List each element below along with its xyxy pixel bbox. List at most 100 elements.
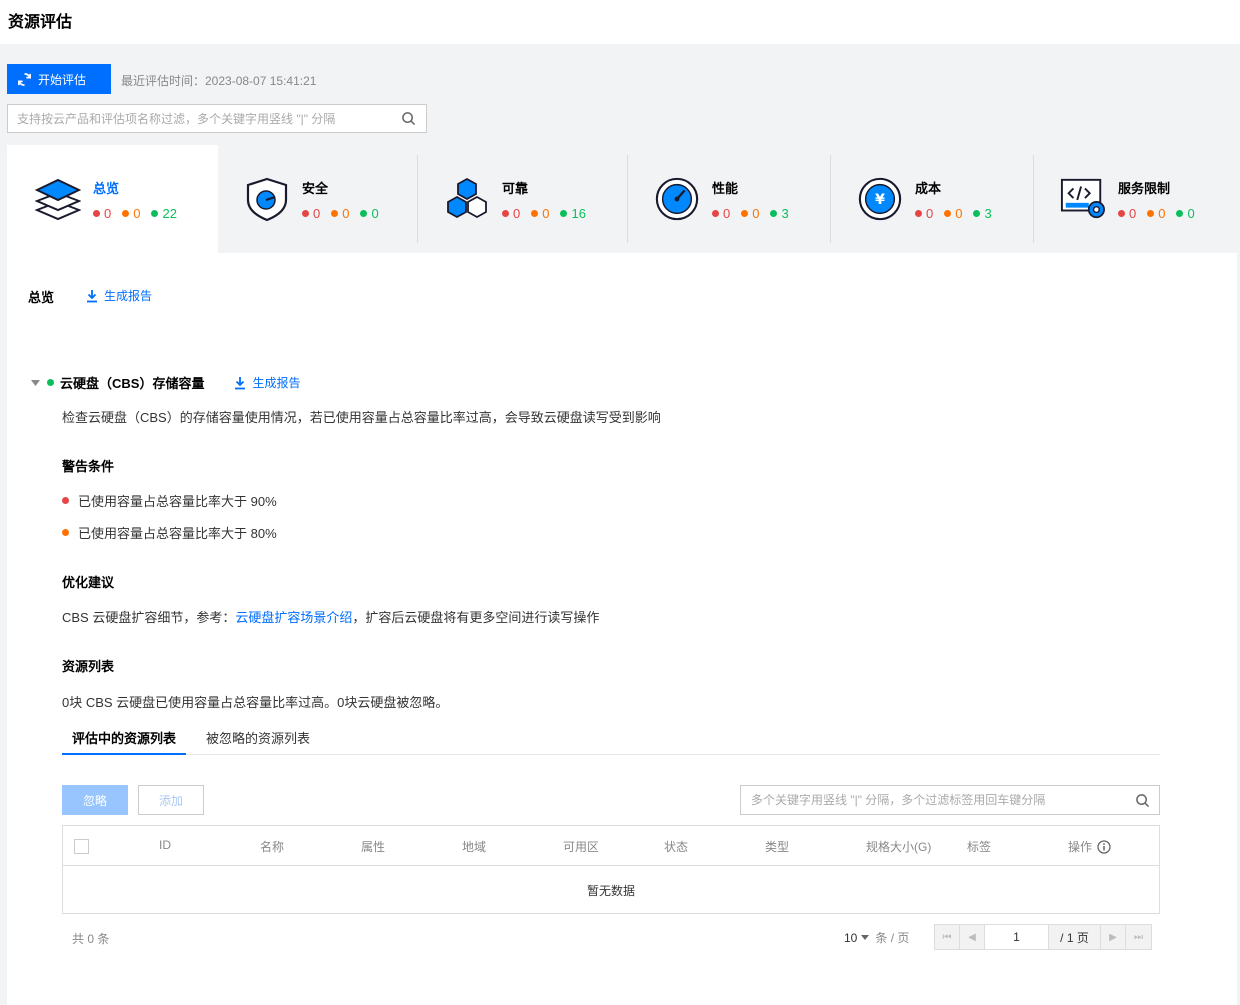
category-counts: 0 0 0 (302, 206, 390, 221)
category-reliability[interactable]: 可靠 0 0 16 (418, 145, 628, 253)
category-security[interactable]: 安全 0 0 0 (218, 145, 418, 253)
download-icon (87, 289, 97, 302)
evaluation-item-header: 云硬盘（CBS）存储容量 生成报告 (29, 373, 300, 392)
page-size-unit: 条 / 页 (875, 931, 910, 945)
empty-state: 暂无数据 (586, 883, 635, 898)
column-status: 状态 (664, 840, 689, 854)
start-evaluation-label: 开始评估 (38, 72, 87, 87)
overview-generate-report-link[interactable]: 生成报告 (86, 287, 152, 304)
pagination: ⏮ ◀ / 1 页 ▶ ⏭ (934, 924, 1152, 950)
category-performance[interactable]: 性能 0 0 3 (628, 145, 831, 253)
condition-warning: 已使用容量占总容量比率大于 80% (62, 523, 277, 542)
page-title: 资源评估 (8, 14, 73, 31)
resources-summary: 0块 CBS 云硬盘已使用容量占总容量比率过高。0块云硬盘被忽略。 (62, 695, 449, 710)
category-overview[interactable]: 总览 0 0 22 (7, 145, 218, 253)
resources-title: 资源列表 (62, 659, 115, 674)
last-evaluation-time: 最近评估时间：2023-08-07 15:41:21 (121, 74, 317, 88)
product-search-input[interactable] (8, 105, 390, 132)
category-counts: 0 0 22 (93, 206, 188, 221)
advice-text: CBS 云硬盘扩容细节，参考：云硬盘扩容场景介绍，扩容后云硬盘将有更多空间进行读… (62, 607, 599, 626)
status-dot (47, 379, 54, 386)
advice-prefix: CBS 云硬盘扩容细节，参考： (62, 610, 236, 625)
green-count: 3 (984, 205, 992, 221)
cubes-icon (444, 176, 490, 222)
add-button[interactable]: 添加 (138, 785, 204, 815)
column-size: 规格大小(G) (866, 840, 932, 854)
yen-icon: ¥ (857, 176, 903, 222)
red-count: 0 (313, 205, 321, 221)
page-total: / 1 页 (1049, 925, 1101, 949)
ignore-button[interactable]: 忽略 (62, 785, 128, 815)
column-actions: 操作 (1068, 838, 1111, 855)
advice-link[interactable]: 云硬盘扩容场景介绍 (235, 610, 352, 625)
caret-down-icon[interactable] (29, 377, 41, 389)
green-count: 0 (1187, 205, 1195, 221)
overview-title: 总览 (28, 290, 55, 305)
red-count: 0 (723, 205, 731, 221)
next-page-icon[interactable]: ▶ (1101, 925, 1126, 949)
caret-down-icon (861, 935, 870, 940)
total-count: 共 0 条 (72, 932, 110, 946)
prev-page-icon[interactable]: ◀ (960, 925, 985, 949)
warning-conditions-title: 警告条件 (62, 459, 115, 474)
resource-tabs: 评估中的资源列表 被忽略的资源列表 (62, 723, 1160, 755)
info-icon[interactable] (1097, 839, 1111, 854)
category-cost[interactable]: ¥ 成本 0 0 3 (831, 145, 1034, 253)
shield-icon (244, 176, 290, 222)
orange-count: 0 (542, 205, 550, 221)
code-gear-icon (1060, 176, 1106, 222)
column-type: 类型 (765, 840, 790, 854)
category-counts: 0 0 16 (502, 206, 597, 221)
category-service-limits[interactable]: 服务限制 0 0 0 (1034, 145, 1237, 253)
tab-ignored-resources[interactable]: 被忽略的资源列表 (196, 723, 320, 755)
table-header: ID 名称 属性 地域 可用区 状态 类型 规格大小(G) 标签 操作 (63, 826, 1159, 866)
layers-icon (35, 176, 81, 222)
top-bar: 资源评估 (0, 0, 1240, 44)
orange-count: 0 (342, 205, 350, 221)
column-zone: 可用区 (563, 840, 600, 854)
green-count: 22 (162, 205, 177, 221)
first-page-icon[interactable]: ⏮ (935, 925, 960, 949)
category-counts: 0 0 3 (915, 206, 1003, 221)
last-page-icon[interactable]: ⏭ (1126, 925, 1151, 949)
resource-search-input[interactable] (741, 786, 1125, 814)
page-number-input[interactable] (985, 925, 1049, 949)
item-description: 检查云硬盘（CBS）的存储容量使用情况，若已使用容量占总容量比率过高，会导致云硬… (62, 410, 661, 425)
category-bar: 总览 0 0 22 安全 0 0 0 可靠 0 0 16 性能 0 0 3 ¥ … (7, 145, 1237, 253)
report-label: 生成报告 (252, 376, 301, 390)
orange-count: 0 (752, 205, 760, 221)
category-name: 性能 (712, 180, 739, 196)
red-count: 0 (104, 205, 112, 221)
start-evaluation-button[interactable]: 开始评估 (7, 64, 111, 94)
download-icon (235, 376, 246, 389)
product-search (7, 104, 427, 133)
red-count: 0 (926, 205, 934, 221)
page-size-select[interactable]: 10 条 / 页 (844, 929, 909, 946)
page-size-value: 10 (844, 930, 858, 945)
svg-text:¥: ¥ (875, 192, 885, 208)
item-generate-report-link[interactable]: 生成报告 (234, 374, 300, 391)
category-counts: 0 0 0 (1118, 206, 1206, 221)
tab-evaluating-resources[interactable]: 评估中的资源列表 (62, 723, 187, 755)
search-icon[interactable] (1125, 793, 1159, 808)
resource-search (740, 785, 1160, 815)
select-all-checkbox[interactable] (74, 839, 89, 854)
column-actions-label: 操作 (1068, 840, 1093, 854)
refresh-icon (18, 72, 31, 86)
column-region: 地域 (462, 840, 487, 854)
orange-count: 0 (955, 205, 963, 221)
category-counts: 0 0 3 (712, 206, 800, 221)
main-panel: 总览 0 0 22 安全 0 0 0 可靠 0 0 16 性能 0 0 3 ¥ … (7, 145, 1237, 1005)
resource-table: ID 名称 属性 地域 可用区 状态 类型 规格大小(G) 标签 操作 暂无数据 (62, 825, 1160, 914)
orange-count: 0 (1158, 205, 1166, 221)
condition-text: 已使用容量占总容量比率大于 80% (78, 526, 277, 541)
condition-text: 已使用容量占总容量比率大于 90% (78, 494, 277, 509)
category-name: 成本 (915, 180, 942, 196)
category-name: 安全 (302, 180, 329, 196)
orange-count: 0 (133, 205, 141, 221)
green-count: 3 (781, 205, 789, 221)
report-label: 生成报告 (104, 289, 153, 303)
category-name: 可靠 (502, 180, 529, 196)
column-tags: 标签 (967, 840, 992, 854)
search-icon[interactable] (390, 105, 426, 132)
